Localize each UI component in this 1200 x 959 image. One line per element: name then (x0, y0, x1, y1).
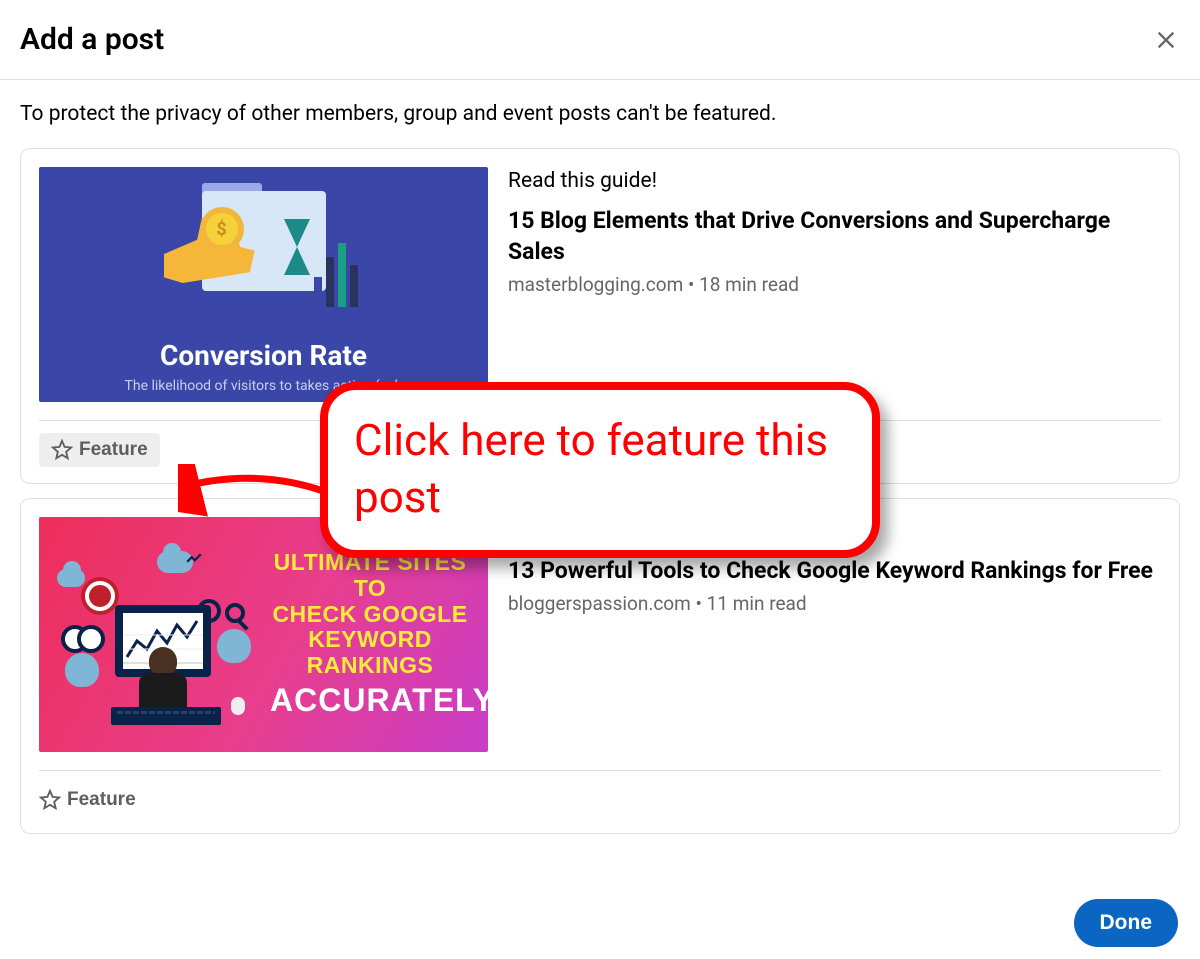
post-domain: bloggerspassion.com (508, 592, 691, 615)
thumbnail-illustration (57, 545, 257, 725)
post-domain: masterblogging.com (508, 273, 683, 296)
done-label: Done (1100, 911, 1153, 934)
separator-dot: • (688, 273, 699, 296)
modal-footer: Done (1074, 899, 1179, 947)
feature-button[interactable]: Feature (39, 433, 160, 467)
modal-title: Add a post (20, 22, 164, 57)
annotation-text: Click here to feature this post (354, 414, 828, 523)
star-icon (39, 789, 61, 811)
privacy-notice: To protect the privacy of other members,… (20, 102, 1180, 126)
feature-button[interactable]: Feature (39, 783, 136, 817)
annotation-callout: Click here to feature this post (320, 382, 880, 558)
post-title[interactable]: 15 Blog Elements that Drive Conversions … (508, 205, 1161, 267)
card-divider (39, 770, 1161, 771)
thumbnail-headline: Conversion Rate (160, 339, 367, 372)
thumb-line: KEYWORD RANKINGS (307, 626, 434, 678)
post-readtime: 18 min read (699, 273, 799, 296)
post-tagline: Read this guide! (508, 169, 1161, 193)
post-source: masterblogging.com • 18 min read (508, 273, 1161, 296)
feature-label: Feature (79, 439, 148, 461)
post-readtime: 11 min read (707, 592, 807, 615)
close-icon (1152, 26, 1180, 54)
thumbnail-illustration (154, 183, 374, 333)
post-row: Conversion Rate The likelihood of visito… (39, 167, 1161, 402)
thumb-line: CHECK GOOGLE (272, 601, 467, 627)
star-icon (51, 439, 73, 461)
add-post-modal: Add a post To protect the privacy of oth… (0, 0, 1200, 959)
separator-dot: • (696, 592, 707, 615)
post-thumbnail[interactable]: Conversion Rate The likelihood of visito… (39, 167, 488, 402)
post-source: bloggerspassion.com • 11 min read (508, 592, 1161, 615)
modal-header: Add a post (0, 0, 1200, 80)
close-button[interactable] (1152, 26, 1180, 54)
post-meta: Read this guide! 15 Blog Elements that D… (508, 167, 1161, 402)
feature-label: Feature (67, 789, 136, 811)
thumb-line-accent: ACCURATELY (270, 683, 470, 719)
thumbnail-text: ULTIMATE SITES TO CHECK GOOGLE KEYWORD R… (270, 550, 470, 719)
done-button[interactable]: Done (1074, 899, 1179, 947)
post-title[interactable]: 13 Powerful Tools to Check Google Keywor… (508, 555, 1161, 586)
